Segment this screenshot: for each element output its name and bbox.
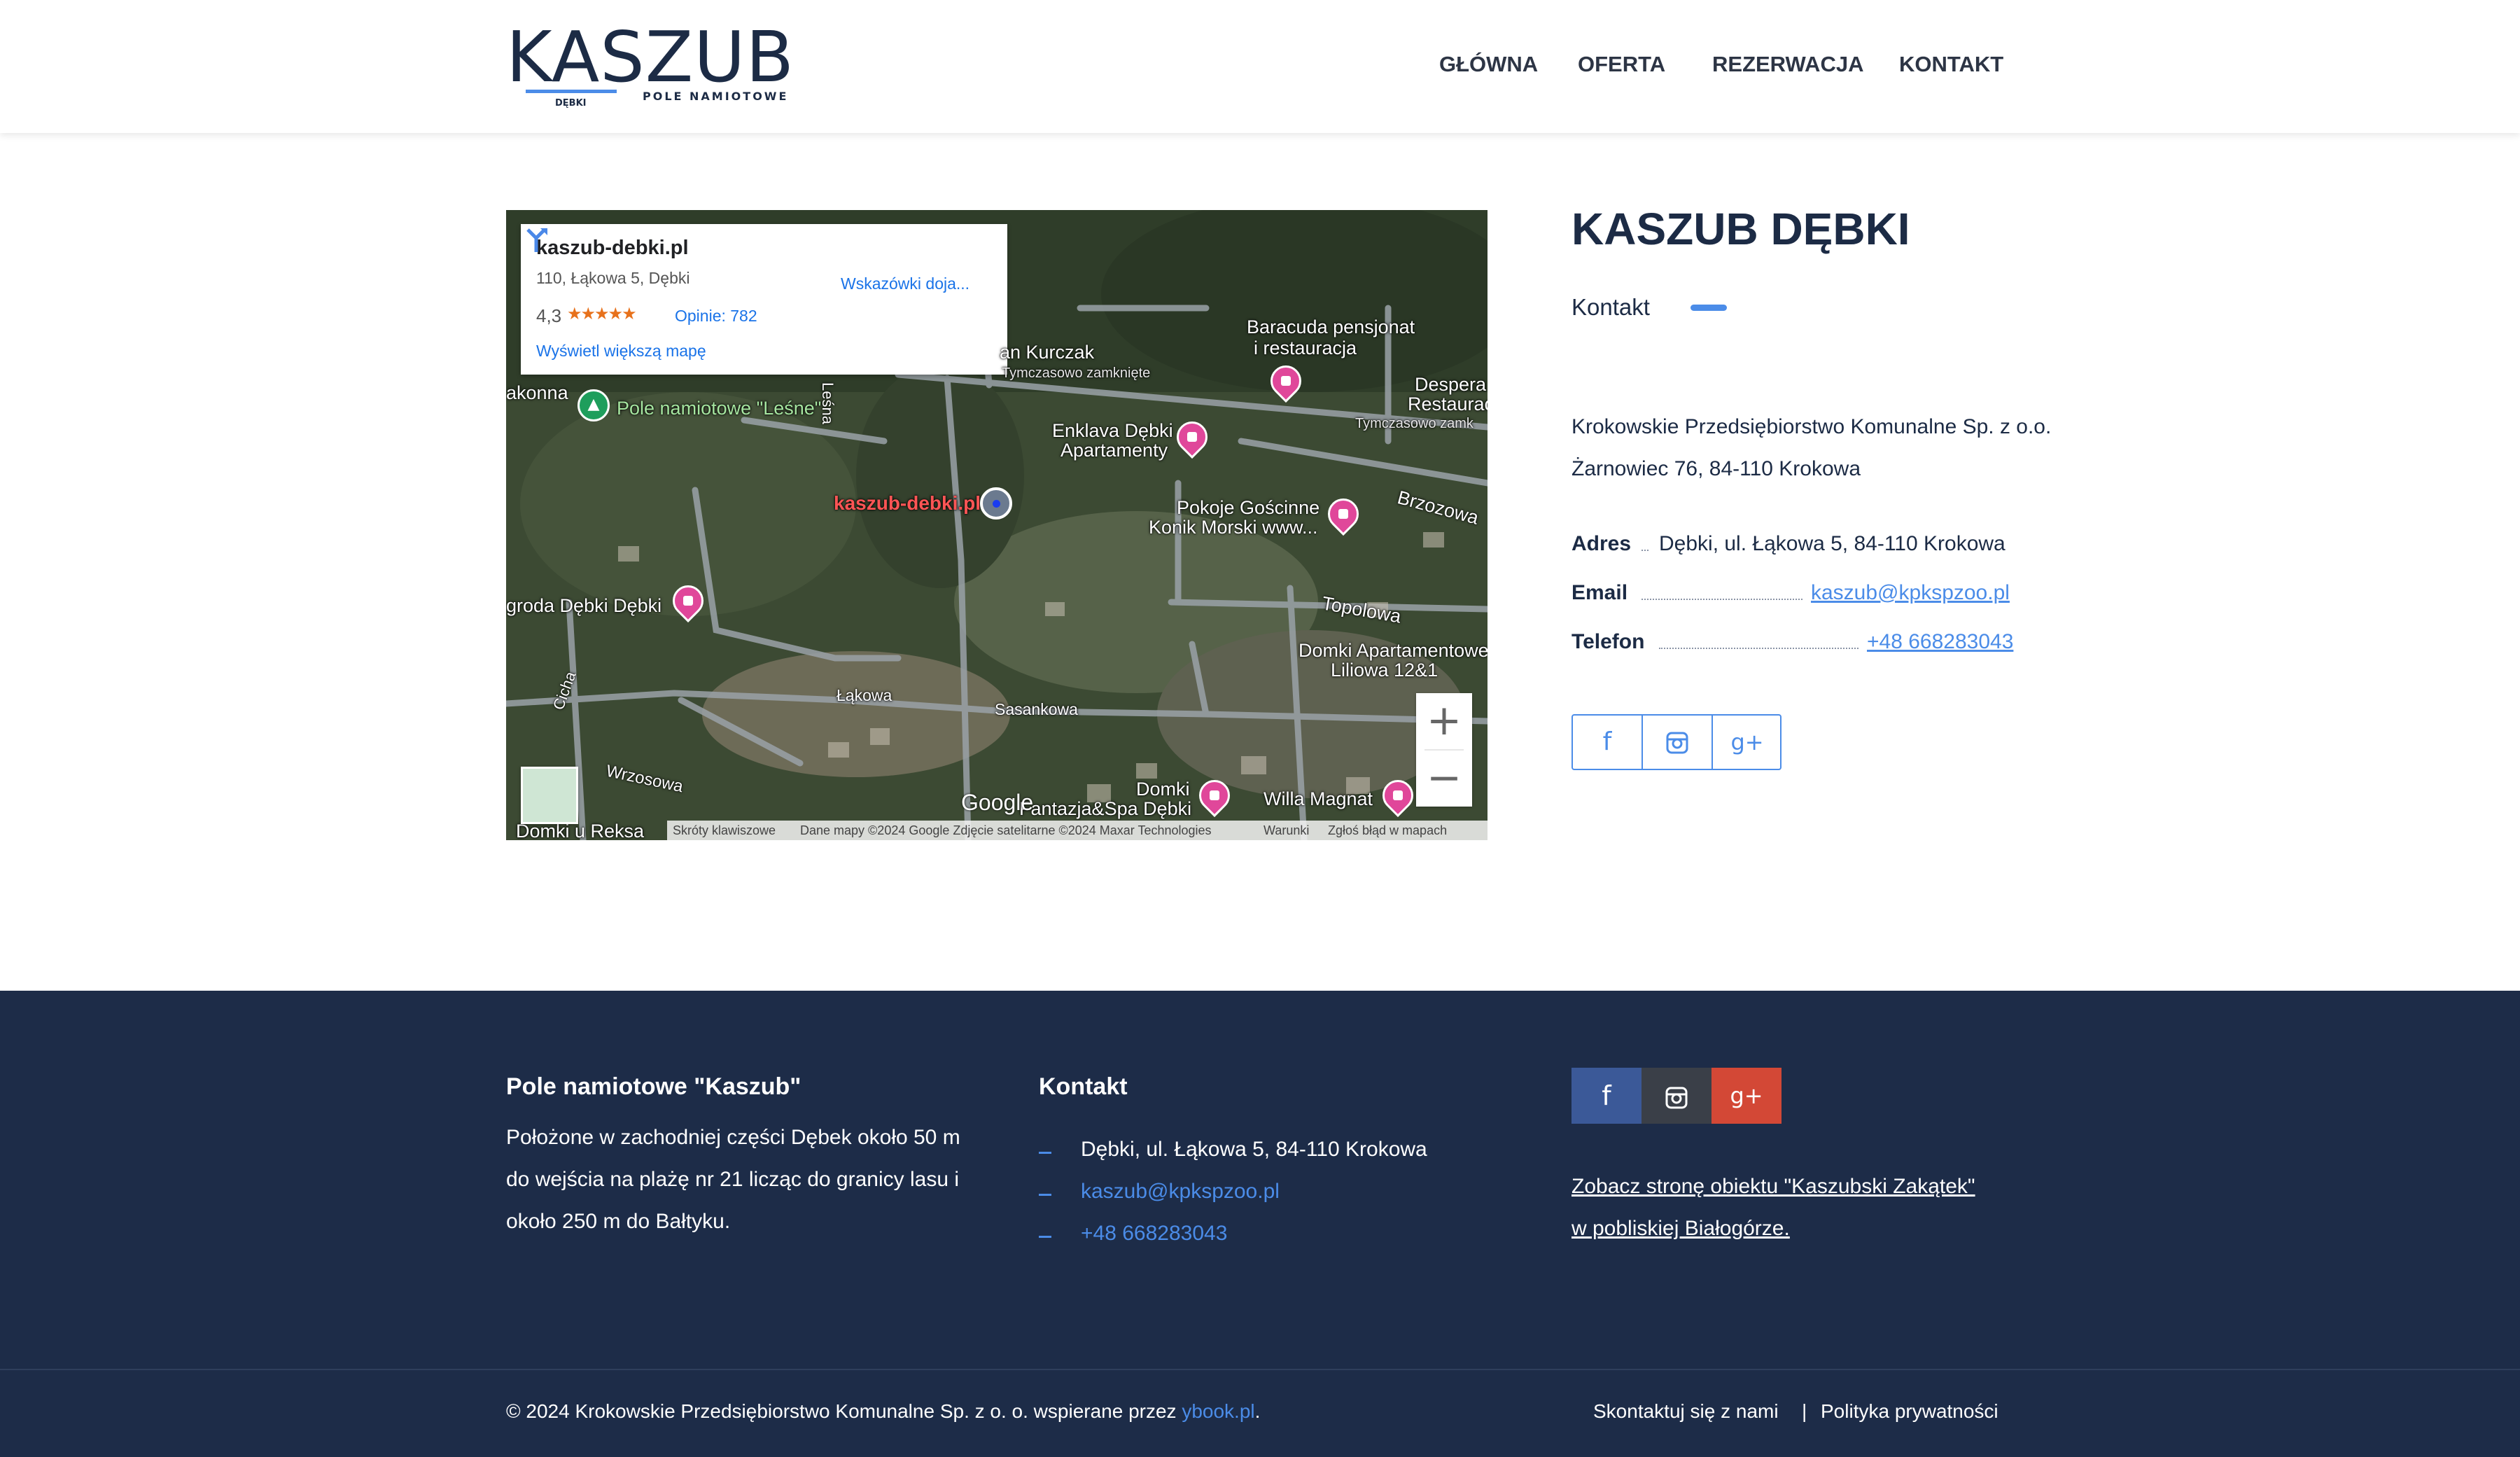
map-label-kaszub: kaszub-debki.pl xyxy=(834,492,981,514)
company-name: Krokowskie Przedsiębiorstwo Komunalne Sp… xyxy=(1572,415,2052,438)
footer-bullet xyxy=(1039,1236,1051,1238)
map-label-enklava-2: Apartamenty xyxy=(1060,440,1168,461)
view-larger-map-link[interactable]: Wyświetl większą mapę xyxy=(536,342,706,361)
map-attribution-bar: Skróty klawiszowe Dane mapy ©2024 Google… xyxy=(667,821,1488,840)
directions-icon[interactable] xyxy=(521,224,552,255)
report-error-link[interactable]: Zgłoś błąd w mapach xyxy=(1328,823,1447,838)
directions-link[interactable]: Wskazówki doja... xyxy=(841,274,969,293)
phone-dots xyxy=(1659,648,1858,649)
footer-phone-link[interactable]: +48 668283043 xyxy=(1081,1222,1227,1246)
footer-google-plus-icon[interactable]: g+ xyxy=(1712,1068,1782,1124)
promo-link-kaszubski-zakatek[interactable]: Zobacz stronę obiektu "Kaszubski Zakątek… xyxy=(1572,1166,1975,1250)
footer-divider xyxy=(0,1369,2520,1370)
footer-bullet xyxy=(1039,1194,1051,1196)
logo-wordmark: KASZUB xyxy=(506,16,795,98)
map-label-desperado: Despera xyxy=(1415,374,1487,395)
nav-item-glowna[interactable]: GŁÓWNA xyxy=(1439,52,1538,77)
facebook-icon[interactable]: f xyxy=(1573,716,1642,769)
address-value: Dębki, ul. Łąkowa 5, 84-110 Krokowa xyxy=(1659,532,2005,555)
privacy-policy-link[interactable]: Polityka prywatności xyxy=(1821,1400,1998,1423)
map-label-enklava: Enklava Dębki xyxy=(1052,420,1173,441)
email-link[interactable]: kaszub@kpkspzoo.pl xyxy=(1811,581,2010,605)
footer-address: Dębki, ul. Łąkowa 5, 84-110 Krokowa xyxy=(1081,1138,1427,1161)
page-subtitle: Kontakt xyxy=(1572,294,1650,320)
map-label-lesna: Leśna xyxy=(819,382,836,424)
footer-about-text: Położone w zachodniej części Dębek około… xyxy=(506,1126,960,1233)
footer-instagram-icon[interactable] xyxy=(1642,1068,1712,1124)
map-label-fantazja: Domki xyxy=(1136,779,1190,800)
site-header: KASZUB DĘBKI POLE NAMIOTOWE GŁÓWNA OFERT… xyxy=(0,0,2520,133)
logo-underline xyxy=(526,90,617,93)
phone-label: Telefon xyxy=(1572,630,1645,653)
promo-line-2: w pobliskiej Białogórze. xyxy=(1572,1217,1790,1240)
footer-bullet xyxy=(1039,1152,1051,1154)
nav-item-rezerwacja[interactable]: REZERWACJA xyxy=(1712,52,1863,77)
terms-link[interactable]: Warunki xyxy=(1264,823,1309,838)
nav-item-kontakt[interactable]: KONTAKT xyxy=(1899,52,2003,77)
site-logo[interactable]: KASZUB DĘBKI POLE NAMIOTOWE xyxy=(506,15,807,113)
instagram-icon[interactable] xyxy=(1643,716,1712,769)
promo-line-1: Zobacz stronę obiektu "Kaszubski Zakątek… xyxy=(1572,1175,1975,1198)
zoom-in-button[interactable]: + xyxy=(1416,693,1472,749)
copyright: © 2024 Krokowskie Przedsiębiorstwo Komun… xyxy=(506,1400,1260,1423)
map-pin-campground-icon[interactable]: ▲ xyxy=(578,389,610,421)
footer-contact-heading: Kontakt xyxy=(1039,1073,1128,1100)
map-label-domki-apartamentowe-2: Liliowa 12&1 xyxy=(1331,660,1438,681)
page-title: KASZUB DĘBKI xyxy=(1572,204,1910,254)
map-label-domki-apartamentowe: Domki Apartamentowe xyxy=(1298,640,1488,661)
place-title: kaszub-debki.pl xyxy=(536,237,689,259)
map-label-zagroda: groda Dębki Dębki xyxy=(506,595,662,616)
map-label-konik-2: Konik Morski www... xyxy=(1149,517,1318,538)
google-logo: Google xyxy=(961,790,1034,815)
map-layer-toggle[interactable] xyxy=(521,767,578,824)
email-dots xyxy=(1642,599,1802,600)
rating-stars-icon: ★★★★★ xyxy=(567,305,637,323)
footer-facebook-icon[interactable]: f xyxy=(1572,1068,1642,1124)
address-dots xyxy=(1642,550,1648,551)
logo-subtitle: POLE NAMIOTOWE xyxy=(643,90,789,103)
phone-link[interactable]: +48 668283043 xyxy=(1867,630,2013,654)
map-info-window: kaszub-debki.pl 110, Łąkowa 5, Dębki 4,3… xyxy=(521,224,1007,375)
map-pin-selected-icon[interactable] xyxy=(980,487,1012,520)
address-label: Adres xyxy=(1572,532,1632,555)
map-label-fantazja-2: Fantazja&Spa Dębki xyxy=(1019,798,1192,819)
map-label-sasankowa: Sasankowa xyxy=(995,700,1078,718)
footer-link-separator: | xyxy=(1802,1400,1807,1422)
reviews-link[interactable]: Opinie: 782 xyxy=(675,307,757,326)
zoom-control: + − xyxy=(1416,693,1472,807)
google-plus-icon[interactable]: g+ xyxy=(1713,716,1782,769)
google-map[interactable]: kaszub-debki.pl 110, Łąkowa 5, Dębki 4,3… xyxy=(506,210,1488,840)
map-label-baracuda-2: i restauracja xyxy=(1254,337,1357,358)
keyboard-shortcuts-link[interactable]: Skróty klawiszowe xyxy=(673,823,776,838)
map-label-desperado-status: Tymczasowo zamk xyxy=(1355,416,1474,431)
site-footer: Pole namiotowe "Kaszub" Położone w zacho… xyxy=(0,991,2520,1457)
map-label-kurczak-status: Tymczasowo zamknięte xyxy=(1002,365,1151,381)
place-address: 110, Łąkowa 5, Dębki xyxy=(536,269,690,287)
zoom-out-button[interactable]: − xyxy=(1416,751,1472,807)
place-rating: 4,3 xyxy=(536,305,562,326)
map-data-attribution: Dane mapy ©2024 Google Zdjęcie satelitar… xyxy=(800,823,1212,837)
map-label-desperado-2: Restauracja D xyxy=(1408,393,1488,414)
map-label-kurczak: an Kurczak xyxy=(1000,342,1095,363)
contact-us-link[interactable]: Skontaktuj się z nami xyxy=(1593,1400,1779,1423)
map-label-willa-magnat: Willa Magnat xyxy=(1264,788,1373,809)
map-label-konik: Pokoje Gościnne xyxy=(1177,497,1320,518)
company-address: Żarnowiec 76, 84-110 Krokowa xyxy=(1572,457,1861,480)
footer-about-heading: Pole namiotowe "Kaszub" xyxy=(506,1073,802,1100)
social-links-outline: f g+ xyxy=(1572,714,1782,770)
company-details: Krokowskie Przedsiębiorstwo Komunalne Sp… xyxy=(1572,406,2051,490)
map-label-lesne: Pole namiotowe "Leśne" xyxy=(617,398,822,419)
copyright-text: © 2024 Krokowskie Przedsiębiorstwo Komun… xyxy=(506,1400,1177,1422)
ybook-link[interactable]: ybook.pl xyxy=(1182,1400,1254,1422)
logo-subtitle-place: DĘBKI xyxy=(555,98,587,109)
footer-email-link[interactable]: kaszub@kpkspzoo.pl xyxy=(1081,1180,1280,1204)
copyright-end: . xyxy=(1254,1400,1261,1422)
email-label: Email xyxy=(1572,581,1628,604)
subtitle-accent xyxy=(1690,305,1727,311)
nav-item-oferta[interactable]: OFERTA xyxy=(1578,52,1665,77)
map-label-akonna: akonna xyxy=(506,382,568,403)
map-label-lakowa: Łąkowa xyxy=(836,686,892,704)
map-label-baracuda: Baracuda pensjonat xyxy=(1247,316,1415,337)
